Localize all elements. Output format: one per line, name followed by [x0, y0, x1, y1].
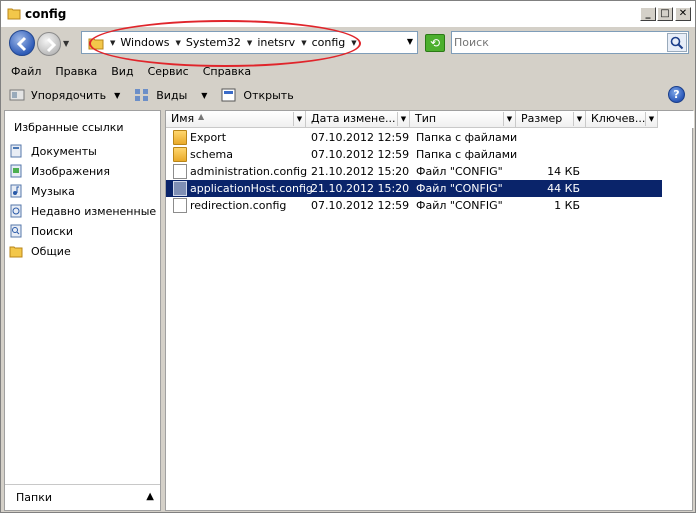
- size-cell: 44 КБ: [547, 182, 580, 195]
- folder-icon: [173, 130, 187, 145]
- organize-label: Упорядочить: [31, 88, 107, 102]
- folder-icon: [9, 246, 23, 258]
- recent-icon: [10, 204, 22, 218]
- nav-link-documents[interactable]: Документы: [9, 141, 156, 161]
- breadcrumb-windows[interactable]: ▼ Windows: [110, 36, 170, 49]
- breadcrumb-more[interactable]: ▼: [351, 39, 361, 47]
- open-button[interactable]: Открыть: [221, 88, 294, 102]
- refresh-button[interactable]: ⟲: [425, 34, 445, 52]
- chevron-icon: ▼: [175, 38, 181, 47]
- chevron-down-icon[interactable]: ▼: [293, 112, 305, 126]
- open-label: Открыть: [243, 88, 294, 102]
- forward-button[interactable]: [37, 32, 61, 56]
- folder-icon: [88, 38, 104, 49]
- breadcrumb-system32[interactable]: ▼ System32: [176, 36, 241, 49]
- table-row[interactable]: redirection.config: [166, 197, 306, 214]
- table-row[interactable]: Export: [166, 129, 306, 146]
- nav-link-music[interactable]: Музыка: [9, 181, 156, 201]
- column-header-size[interactable]: Размер ▼: [516, 111, 586, 128]
- back-button[interactable]: [9, 30, 35, 56]
- searches-icon: [10, 224, 22, 238]
- menu-help[interactable]: Справка: [201, 65, 253, 78]
- search-input[interactable]: [454, 34, 659, 51]
- table-row[interactable]: administration.config: [166, 163, 307, 180]
- table-row[interactable]: schema: [166, 146, 306, 163]
- file-icon: [173, 198, 187, 213]
- chevron-down-icon[interactable]: ▼: [645, 112, 657, 126]
- navigation-pane: Избранные ссылки Документы Изображения М…: [4, 110, 161, 511]
- arrow-right-icon: [46, 37, 57, 53]
- explorer-window: config _ □ ✕ ▼ ▼ Windows ▼ System32 ▼ inets…: [0, 0, 696, 513]
- menu-tools[interactable]: Сервис: [146, 65, 191, 78]
- chevron-up-icon: ▲: [146, 491, 154, 502]
- pictures-icon: [10, 164, 22, 178]
- organize-button[interactable]: Упорядочить ▼: [9, 88, 120, 102]
- menu-bar: Файл Правка Вид Сервис Справка: [1, 60, 695, 82]
- folders-toggle[interactable]: Папки ▲: [5, 484, 160, 510]
- column-header-type[interactable]: Тип ▼: [410, 111, 516, 128]
- views-button[interactable]: Виды ▼: [134, 88, 207, 102]
- address-row: ▼ ▼ Windows ▼ System32 ▼ inetsrv ▼ config ▼ …: [1, 27, 695, 60]
- address-history-dropdown[interactable]: ▼: [407, 37, 413, 46]
- menu-edit[interactable]: Правка: [53, 65, 99, 78]
- size-cell: 14 КБ: [547, 165, 580, 178]
- file-icon: [173, 181, 187, 196]
- nav-link-public[interactable]: Общие: [9, 241, 156, 261]
- maximize-button[interactable]: □: [657, 7, 673, 21]
- chevron-down-icon[interactable]: ▼: [573, 112, 585, 126]
- column-header-name[interactable]: Имя ▲ ▼: [166, 111, 306, 128]
- search-button[interactable]: [667, 33, 687, 52]
- size-cell: 1 КБ: [554, 199, 580, 212]
- address-bar[interactable]: ▼ Windows ▼ System32 ▼ inetsrv ▼ config ▼ ▼: [81, 31, 418, 54]
- column-headers: Имя ▲ ▼ Дата измене... ▼ Тип ▼ Размер ▼ …: [166, 111, 694, 128]
- breadcrumb-config[interactable]: ▼ config: [301, 36, 345, 49]
- nav-link-searches[interactable]: Поиски: [9, 221, 156, 241]
- sort-ascending-icon: ▲: [198, 112, 205, 121]
- minimize-button[interactable]: _: [640, 7, 656, 21]
- folder-icon: [173, 147, 187, 162]
- refresh-icon: ⟲: [429, 36, 441, 50]
- command-bar: Упорядочить ▼ Виды ▼ Открыть ?: [1, 82, 695, 108]
- menu-file[interactable]: Файл: [9, 65, 43, 78]
- favorite-links-list: Документы Изображения Музыка Недавно изм…: [9, 141, 156, 261]
- file-icon: [173, 164, 187, 179]
- title-bar[interactable]: config _ □ ✕: [1, 1, 695, 27]
- music-icon: [10, 184, 22, 198]
- chevron-icon: ▼: [110, 38, 116, 47]
- folders-label: Папки: [16, 491, 52, 504]
- chevron-down-icon[interactable]: ▼: [503, 112, 515, 126]
- views-icon: [135, 89, 149, 101]
- window-title: config: [25, 7, 67, 21]
- table-row-selected[interactable]: applicationHost.config: [166, 180, 662, 197]
- chevron-down-icon: ▼: [201, 90, 208, 100]
- search-icon: [670, 36, 684, 49]
- folder-icon: [7, 8, 21, 20]
- nav-link-recent[interactable]: Недавно измененные: [9, 201, 156, 221]
- arrow-left-icon: [16, 36, 27, 52]
- chevron-icon: ▼: [301, 38, 307, 47]
- chevron-icon: ▼: [246, 38, 253, 47]
- documents-icon: [10, 144, 22, 158]
- help-button[interactable]: ?: [668, 86, 685, 103]
- column-header-date[interactable]: Дата измене... ▼: [306, 111, 410, 128]
- views-label: Виды: [156, 88, 188, 102]
- search-box: [451, 31, 689, 54]
- chevron-down-icon: ▼: [114, 90, 121, 100]
- file-list: Имя ▲ ▼ Дата измене... ▼ Тип ▼ Размер ▼ …: [165, 110, 694, 511]
- breadcrumb-inetsrv[interactable]: ▼ inetsrv: [247, 36, 295, 49]
- column-header-tags[interactable]: Ключев... ▼: [586, 111, 658, 128]
- recent-pages-dropdown[interactable]: ▼: [63, 39, 69, 48]
- chevron-down-icon[interactable]: ▼: [397, 112, 409, 126]
- close-button[interactable]: ✕: [675, 7, 691, 21]
- favorite-links-heading: Избранные ссылки: [14, 121, 124, 134]
- chevron-icon: ▼: [351, 38, 357, 47]
- nav-link-pictures[interactable]: Изображения: [9, 161, 156, 181]
- menu-view[interactable]: Вид: [109, 65, 135, 78]
- organize-icon: [9, 89, 25, 101]
- open-icon: [221, 88, 236, 102]
